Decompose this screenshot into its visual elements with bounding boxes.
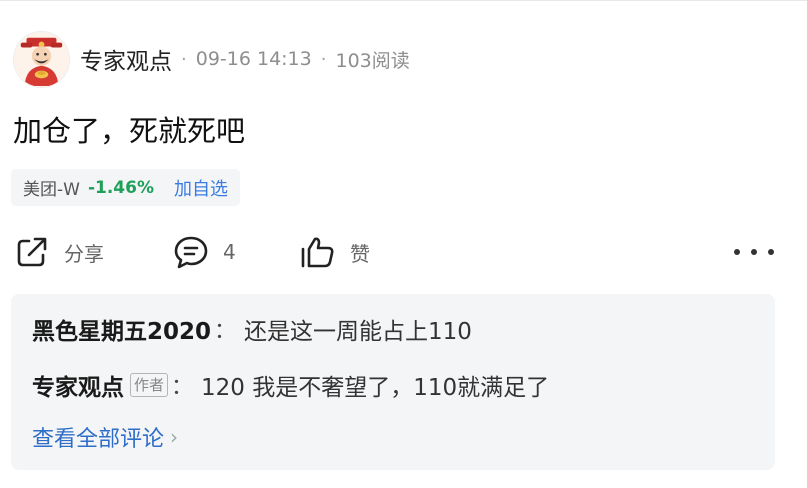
- post-content: 加仓了，死就死吧: [13, 114, 246, 148]
- meta-separator: ·: [320, 48, 327, 70]
- comment-text: 120 我是不奢望了，110就满足了: [201, 375, 550, 401]
- post-meta: 专家观点 · 09-16 14:13 · 103阅读: [80, 42, 410, 76]
- comment-colon: ：: [214, 319, 237, 344]
- share-icon: [17, 237, 47, 267]
- thumbs-up-icon: [301, 237, 334, 268]
- stock-tag[interactable]: 美团-W -1.46% 加自选: [11, 169, 240, 206]
- comment-colon: ：: [171, 375, 194, 400]
- commenter-name[interactable]: 黑色星期五2020: [32, 312, 211, 346]
- author-badge: 作者: [130, 373, 169, 397]
- more-options-button[interactable]: [734, 240, 774, 264]
- god-of-wealth-avatar-icon: [14, 32, 69, 87]
- author-avatar[interactable]: [13, 31, 70, 88]
- share-button[interactable]: 分享: [14, 232, 104, 272]
- comments-preview: 黑色星期五2020 ： 还是这一周能占上110 专家观点 作者 ： 120 我是…: [11, 294, 775, 470]
- top-divider: [0, 0, 807, 4]
- chevron-right-icon: ›: [170, 425, 179, 449]
- commenter-name[interactable]: 专家观点: [32, 368, 124, 402]
- comment-button[interactable]: 4: [173, 232, 236, 272]
- post-time: 09-16 14:13: [195, 48, 312, 70]
- stock-change: -1.46%: [87, 177, 154, 198]
- comment-item[interactable]: 专家观点 作者 ： 120 我是不奢望了，110就满足了: [32, 367, 549, 403]
- more-dots-icon: [734, 249, 740, 255]
- share-label: 分享: [64, 241, 104, 266]
- comment-text: 还是这一周能占上110: [244, 319, 472, 345]
- author-name[interactable]: 专家观点: [80, 42, 172, 76]
- add-to-watchlist-button[interactable]: 加自选: [174, 175, 228, 201]
- more-dots-icon: [768, 249, 774, 255]
- meta-separator: ·: [181, 48, 187, 70]
- more-dots-icon: [751, 249, 757, 255]
- view-all-comments-link[interactable]: 查看全部评论 ›: [32, 421, 178, 453]
- comment-count: 4: [223, 240, 236, 264]
- like-label: 赞: [350, 241, 370, 266]
- view-all-label: 查看全部评论: [32, 427, 165, 452]
- comment-item[interactable]: 黑色星期五2020 ： 还是这一周能占上110: [32, 311, 472, 347]
- stock-name[interactable]: 美团-W: [23, 175, 80, 200]
- comment-bubble-icon: [174, 236, 208, 269]
- read-count: 103阅读: [335, 49, 410, 72]
- like-button[interactable]: 赞: [300, 232, 370, 272]
